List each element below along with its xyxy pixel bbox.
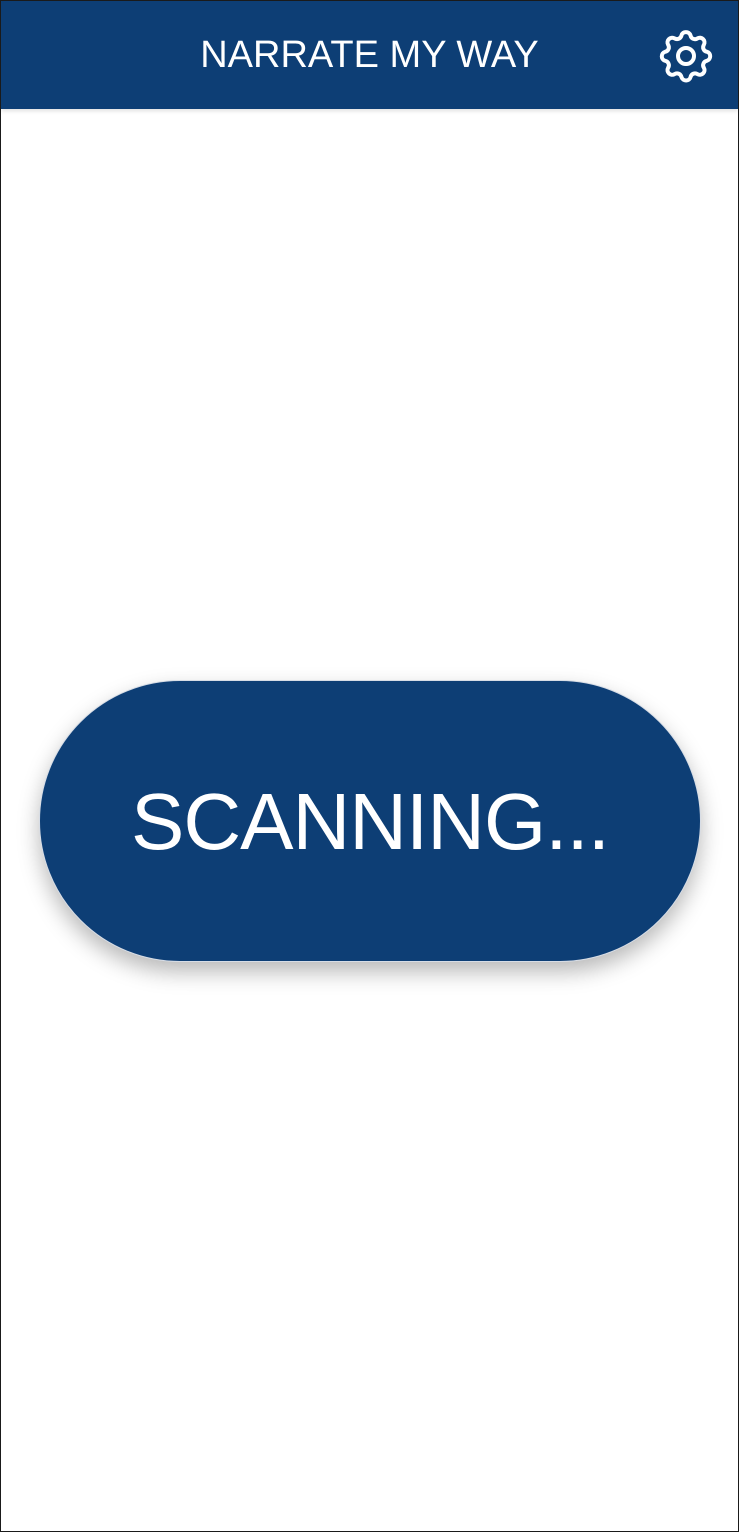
settings-button[interactable] <box>651 21 721 91</box>
app-screen: NARRATE MY WAY SCANNING... <box>0 0 739 1532</box>
top-app-bar: NARRATE MY WAY <box>1 1 738 109</box>
scan-button-label: SCANNING... <box>131 777 610 866</box>
gear-icon <box>659 30 713 83</box>
scan-button[interactable]: SCANNING... <box>39 680 701 962</box>
app-title: NARRATE MY WAY <box>200 34 539 76</box>
